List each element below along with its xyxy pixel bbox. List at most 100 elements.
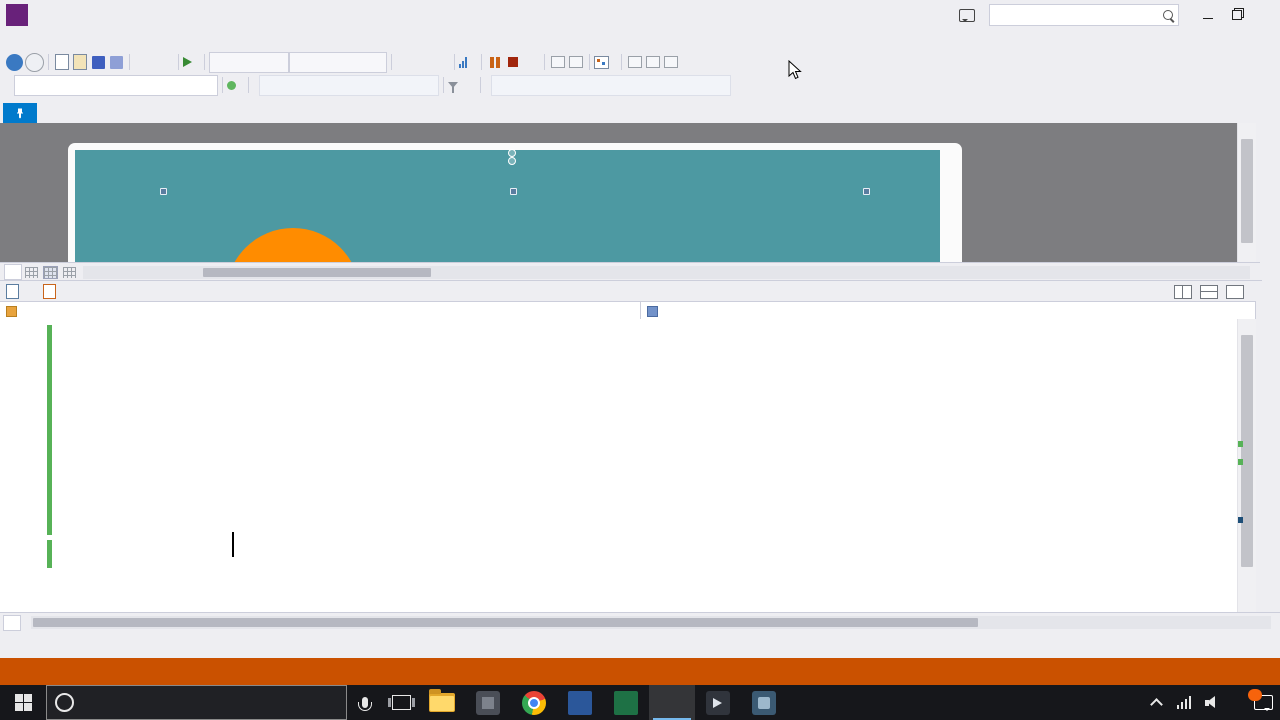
save-all-icon [109,55,123,69]
editor-vertical-scrollbar[interactable] [1237,319,1256,612]
editor-zoom-dropdown[interactable] [3,614,21,631]
navigate-back-button[interactable] [6,53,23,71]
selection-handle[interactable] [863,188,870,195]
scroll-up-icon[interactable] [1238,123,1256,137]
taskbar-app-2[interactable] [465,685,511,720]
chevron-up-icon [1149,697,1163,711]
open-file-icon [73,54,87,70]
change-tracking-bar [47,325,52,535]
scrollbar-thumb[interactable] [1241,335,1253,567]
task-view-icon [387,695,415,710]
undo-button[interactable] [134,52,152,72]
network-tray-button[interactable] [1170,685,1198,720]
toolbar-extra-button-3[interactable] [662,52,680,72]
excel-icon [614,690,638,715]
open-file-button[interactable] [71,52,89,72]
scrollbar-thumb[interactable] [1241,139,1253,243]
save-all-button[interactable] [107,52,125,72]
member-dropdown[interactable] [641,302,1256,320]
selection-handle[interactable] [160,188,167,195]
restore-button[interactable] [1222,2,1251,28]
scroll-down-icon[interactable] [1238,248,1256,262]
text-caret [232,532,234,557]
action-center-button[interactable] [1246,685,1280,720]
scroll-up-icon[interactable] [1238,319,1256,333]
editor-horizontal-scrollbar[interactable] [31,616,1271,629]
type-dropdown[interactable] [0,302,641,320]
scrollbar-thumb[interactable] [203,267,431,277]
taskbar-chrome[interactable] [511,685,557,720]
pin-icon[interactable] [16,108,24,119]
taskbar-app-8[interactable] [741,685,787,720]
scroll-down-icon[interactable] [1238,598,1256,612]
step-out-button[interactable] [432,52,450,72]
visual-studio-window [0,0,1280,720]
show-next-statement-button[interactable] [549,52,567,72]
taskbar-visual-studio[interactable] [649,685,695,720]
thread-dropdown[interactable] [259,74,439,96]
lifecycle-events-icon [227,80,236,90]
break-all-button[interactable] [486,52,504,72]
step-into-button[interactable] [396,52,414,72]
snap-to-grid-icon[interactable] [43,265,58,279]
feedback-icon[interactable] [959,8,975,22]
solution-configuration-dropdown[interactable] [209,51,289,73]
quick-launch-input[interactable] [989,4,1179,26]
microphone-button[interactable] [347,685,383,720]
app-preview-canvas[interactable] [75,150,940,262]
taskbar-excel[interactable] [603,685,649,720]
preview-ellipse-shape[interactable] [226,228,360,262]
anchor-handle-icon[interactable] [508,149,516,165]
vertical-split-icon[interactable] [1174,284,1192,299]
minimize-button[interactable] [1193,2,1222,28]
application-insights-dropdown[interactable] [459,56,477,68]
start-button[interactable] [0,685,46,720]
snap-to-snaplines-icon[interactable] [63,266,76,278]
scrollbar-thumb[interactable] [33,618,978,627]
thread-filter-icon[interactable] [448,82,458,93]
close-button[interactable] [1251,2,1280,28]
step-over-button[interactable] [414,52,432,72]
selection-handle[interactable] [510,188,517,195]
stack-frame-dropdown[interactable] [491,74,731,96]
toolbar-extra-button-2[interactable] [644,52,662,72]
restart-button[interactable] [522,52,540,72]
visual-studio-logo-icon [6,4,28,26]
breakpoints-icon [569,56,583,68]
taskbar-app-7[interactable] [695,685,741,720]
horizontal-split-icon[interactable] [1200,284,1218,299]
debug-location-toolbar [0,73,1280,98]
flag-threads-button[interactable] [458,75,476,95]
task-view-button[interactable] [383,685,419,720]
next-statement-icon [551,56,565,68]
stop-debugging-button[interactable] [504,52,522,72]
breakpoints-window-button[interactable] [567,52,585,72]
solution-platform-dropdown[interactable] [289,51,387,73]
xaml-designer-surface[interactable] [0,123,1256,262]
change-tracking-bar [47,540,52,568]
save-button[interactable] [89,52,107,72]
new-file-button[interactable] [53,52,71,72]
redo-button[interactable] [154,52,172,72]
xaml-code-editor[interactable] [0,319,1256,612]
collapse-pane-icon[interactable] [1226,284,1244,299]
show-grid-icon[interactable] [25,266,38,278]
tab-mainpage-xaml[interactable] [3,103,37,123]
windows-logo-icon [14,694,32,711]
process-dropdown[interactable] [14,74,218,96]
toolbar-extra-button-1[interactable] [626,52,644,72]
volume-tray-button[interactable] [1198,685,1226,720]
show-hidden-icons-button[interactable] [1142,685,1170,720]
navigate-forward-button[interactable] [25,52,44,72]
network-icon [1176,696,1192,709]
taskbar-word[interactable] [557,685,603,720]
volume-icon [1204,696,1220,709]
tool-icon [628,56,642,68]
designer-horizontal-scrollbar[interactable] [83,265,1250,279]
scrollbar-change-mark [1238,441,1243,447]
designer-zoom-dropdown[interactable] [4,264,22,280]
designer-vertical-scrollbar[interactable] [1237,123,1256,262]
taskbar-file-explorer[interactable] [419,685,465,720]
taskbar-search-input[interactable] [46,685,347,720]
dark-app-icon [706,690,730,715]
